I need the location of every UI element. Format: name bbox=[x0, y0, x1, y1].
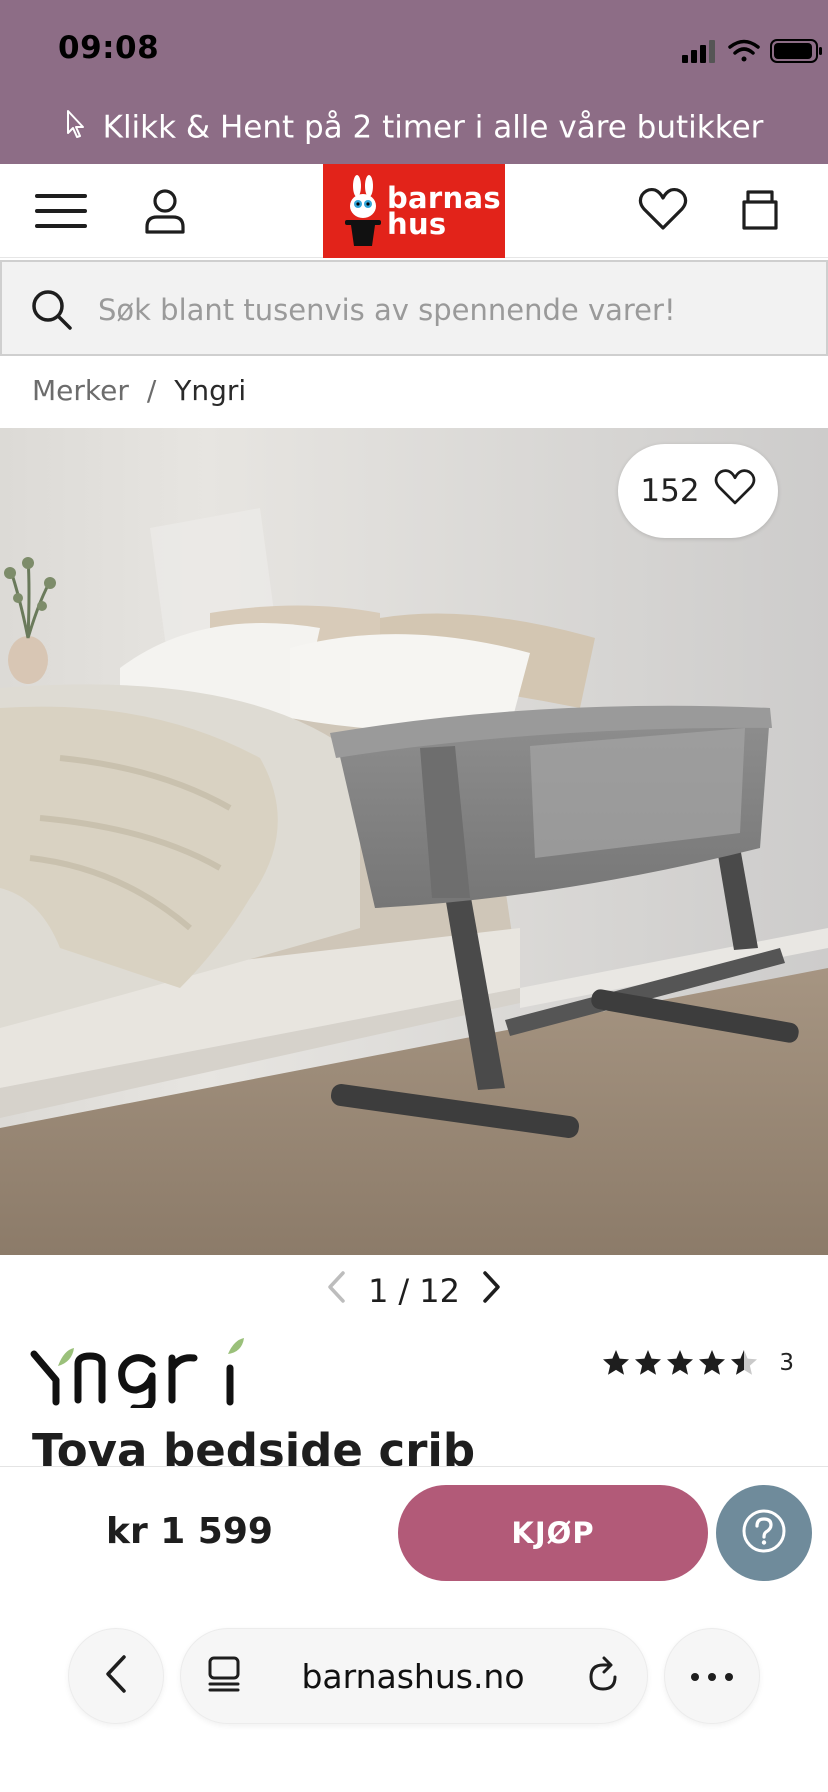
star-icon bbox=[699, 1350, 726, 1375]
image-pager: 1/12 bbox=[0, 1270, 828, 1320]
more-icon bbox=[690, 1667, 734, 1686]
tabs-icon[interactable] bbox=[207, 1655, 241, 1697]
pager-current: 1 bbox=[368, 1272, 389, 1310]
reload-icon[interactable] bbox=[585, 1655, 621, 1697]
back-button[interactable] bbox=[68, 1628, 164, 1724]
chevron-left-icon bbox=[104, 1654, 128, 1698]
menu-icon[interactable] bbox=[34, 186, 88, 236]
star-icon bbox=[603, 1350, 630, 1375]
product-title: Tova bedside crib bbox=[32, 1424, 476, 1466]
help-icon bbox=[741, 1508, 787, 1558]
review-count: 3 bbox=[779, 1350, 794, 1376]
brand-logo[interactable] bbox=[30, 1332, 250, 1412]
star-icon bbox=[667, 1350, 694, 1375]
wifi-icon bbox=[728, 39, 760, 62]
battery-icon bbox=[770, 39, 822, 63]
status-icons bbox=[628, 36, 828, 66]
buy-bar: kr 1 599 KJØP bbox=[0, 1466, 828, 1606]
pager-separator: / bbox=[398, 1272, 410, 1310]
favorite-button[interactable]: 152 bbox=[618, 444, 778, 538]
site-header: barnas hus bbox=[0, 164, 828, 258]
product-rating[interactable]: 3 bbox=[603, 1348, 794, 1378]
address-bar[interactable]: barnashus.no bbox=[180, 1628, 648, 1724]
search-input[interactable] bbox=[98, 282, 798, 338]
breadcrumb-link-merker[interactable]: Merker bbox=[32, 374, 129, 407]
more-button[interactable] bbox=[664, 1628, 760, 1724]
help-button[interactable] bbox=[716, 1485, 812, 1581]
chevron-left-icon[interactable] bbox=[326, 1270, 348, 1312]
logo-text-line2: hus bbox=[387, 207, 447, 241]
barnashus-logo[interactable]: barnas hus bbox=[323, 164, 505, 258]
breadcrumb-current: Yngri bbox=[174, 374, 247, 407]
chevron-right-icon[interactable] bbox=[480, 1270, 502, 1312]
pager-total: 12 bbox=[419, 1272, 460, 1310]
heart-icon bbox=[714, 468, 756, 514]
status-time: 09:08 bbox=[58, 30, 160, 66]
promo-banner[interactable]: Klikk & Hent på 2 timer i alle våre buti… bbox=[0, 108, 828, 152]
buy-button[interactable]: KJØP bbox=[398, 1485, 708, 1581]
cursor-icon bbox=[65, 109, 87, 147]
bag-icon[interactable] bbox=[736, 182, 784, 236]
star-icon bbox=[635, 1350, 662, 1375]
bunny-logo-icon bbox=[343, 174, 383, 252]
browser-toolbar: barnashus.no bbox=[0, 1606, 828, 1792]
product-price: kr 1 599 bbox=[106, 1511, 273, 1552]
product-image[interactable]: 152 bbox=[0, 428, 828, 1255]
breadcrumb-separator: / bbox=[146, 374, 157, 407]
url-text: barnashus.no bbox=[301, 1656, 525, 1696]
signal-icon bbox=[682, 40, 715, 63]
heart-icon[interactable] bbox=[636, 184, 690, 234]
breadcrumb: Merker / Yngri bbox=[32, 374, 246, 407]
search-bar[interactable] bbox=[0, 260, 828, 356]
promo-text: Klikk & Hent på 2 timer i alle våre buti… bbox=[102, 109, 764, 146]
user-icon[interactable] bbox=[140, 184, 190, 238]
star-half-icon bbox=[731, 1350, 758, 1375]
favorite-count: 152 bbox=[640, 473, 700, 509]
search-icon bbox=[30, 288, 74, 336]
top-bar: 09:08 Klikk & Hent på 2 timer i alle vår… bbox=[0, 0, 828, 164]
